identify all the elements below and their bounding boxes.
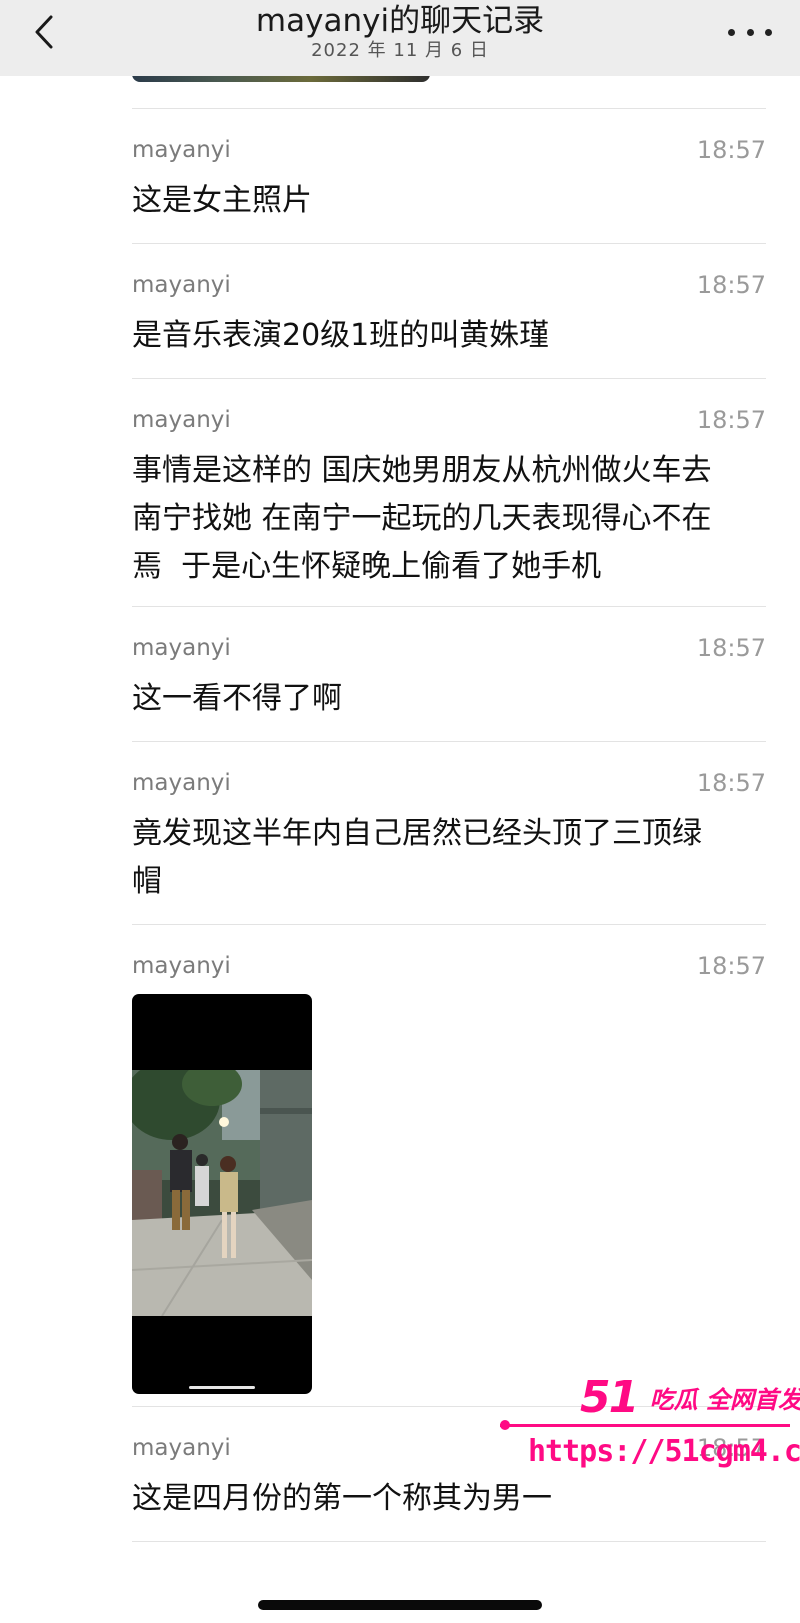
video-frame [132,1070,312,1316]
chat-record-page: mayanyi 18:57 这是女主照片 mayanyi 18:57 是音乐表演… [0,0,800,1623]
divider [132,741,766,742]
message-sender: mayanyi [132,953,231,979]
street-scene-image [132,1070,312,1316]
message-sender: mayanyi [132,1435,231,1461]
message-line: 事情是这样的 国庆她男朋友从杭州做火车去 [132,453,712,488]
divider [132,606,766,607]
message-text: 这一看不得了啊 [132,675,766,723]
more-button[interactable] [728,20,772,44]
message-time: 18:57 [696,271,766,299]
message-sender: mayanyi [132,635,231,661]
divider [132,378,766,379]
video-progress-bar [189,1386,255,1389]
watermark-url: https://51cgm4.com [528,1434,800,1469]
message-sender: mayanyi [132,272,231,298]
message-text: 这是四月份的第一个称其为男一 [132,1475,766,1523]
watermark-rule [500,1424,790,1427]
more-dots-icon [746,28,754,36]
message-time: 18:57 [696,136,766,164]
message-line: 这一看不得了啊 [132,681,342,716]
nav-header: mayanyi的聊天记录 2022 年 11 月 6 日 [0,0,800,76]
message-sender: mayanyi [132,137,231,163]
message-time: 18:57 [696,952,766,980]
message-line: 焉 于是心生怀疑晚上偷看了她手机 [132,549,602,584]
page-title: mayanyi的聊天记录 [255,3,545,39]
message-sender: mayanyi [132,770,231,796]
message-line: 这是女主照片 [132,183,312,218]
message-text: 竟发现这半年内自己居然已经头顶了三顶绿 帽 [132,810,766,906]
message-line: 是音乐表演20级1班的叫黄姝瑾 [132,318,550,353]
watermark: 51 吃瓜 全网首发 https://51cgm4.com [500,1372,800,1482]
watermark-tagline: 吃瓜 全网首发 [649,1386,800,1414]
video-thumbnail[interactable] [132,994,312,1394]
message-line: 竟发现这半年内自己居然已经头顶了三顶绿 [132,816,702,851]
message-time: 18:57 [696,406,766,434]
message-line: 帽 [132,864,162,899]
message-line: 这是四月份的第一个称其为男一 [132,1481,552,1516]
message-text: 是音乐表演20级1班的叫黄姝瑾 [132,312,766,360]
message-sender: mayanyi [132,407,231,433]
divider [132,108,766,109]
message-line: 南宁找她 在南宁一起玩的几天表现得心不在 [132,501,712,536]
message-time: 18:57 [696,634,766,662]
message-time: 18:57 [696,769,766,797]
more-dots-icon [728,28,735,36]
home-indicator[interactable] [258,1600,542,1610]
page-subtitle: 2022 年 11 月 6 日 [311,40,489,61]
divider [132,243,766,244]
divider [132,924,766,925]
divider [132,1541,766,1542]
message-text: 这是女主照片 [132,177,766,225]
more-dots-icon [765,28,772,36]
watermark-badge: 51 [580,1372,639,1423]
header-title-group: mayanyi的聊天记录 2022 年 11 月 6 日 [0,2,800,62]
watermark-title: 51 吃瓜 全网首发 [580,1372,800,1423]
message-text: 事情是这样的 国庆她男朋友从杭州做火车去 南宁找她 在南宁一起玩的几天表现得心不… [132,447,766,591]
